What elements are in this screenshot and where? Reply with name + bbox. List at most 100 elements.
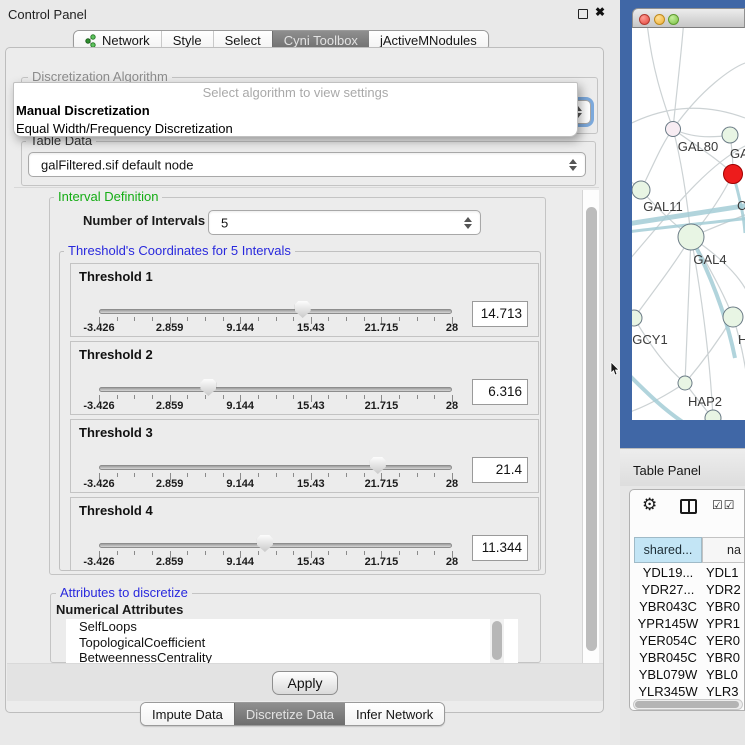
node-label: GAL11 <box>643 199 683 214</box>
table-row[interactable]: YBR043CYBR0 <box>634 598 745 615</box>
interval-definition-label: Interval Definition <box>54 190 162 203</box>
network-edge <box>673 63 745 129</box>
slider-scale-labels: -3.4262.8599.14415.4321.71528 <box>99 556 452 568</box>
tab-infer-network[interactable]: Infer Network <box>345 703 444 725</box>
node-gal4[interactable] <box>678 224 704 250</box>
scale-label: 21.715 <box>365 556 399 568</box>
table-row[interactable]: YBL079WYBL0 <box>634 666 745 683</box>
threshold-value-field[interactable]: 11.344 <box>472 535 528 561</box>
slider-track[interactable] <box>99 387 452 392</box>
node-gal80[interactable] <box>666 122 681 137</box>
network-edge <box>641 129 673 190</box>
scale-label: 9.144 <box>226 322 254 334</box>
network-desktop: GAL80GAGAL11CGAL4GCY1HHAP2 <box>620 0 745 448</box>
settings-scrollbar[interactable] <box>582 190 599 663</box>
slider-thumb[interactable] <box>200 379 216 396</box>
slider-scale-labels: -3.4262.8599.14415.4321.71528 <box>99 478 452 490</box>
network-edge <box>634 318 685 383</box>
table-row[interactable]: YPR145WYPR1 <box>634 615 745 632</box>
threshold-value-field[interactable]: 21.4 <box>472 457 528 483</box>
node-gal11[interactable] <box>632 181 650 199</box>
node-gcy1[interactable] <box>632 310 642 326</box>
gear-icon[interactable]: ⚙ <box>642 495 657 515</box>
node-red-selected[interactable] <box>724 165 743 184</box>
cell-name: YLR3 <box>702 683 739 700</box>
algorithm-option[interactable]: Manual Discretization <box>14 102 577 120</box>
table-data-combobox[interactable]: galFiltered.sif default node <box>28 152 586 177</box>
apply-row: Apply <box>7 663 603 701</box>
cell-name: YER0 <box>702 632 740 649</box>
network-edge <box>632 108 745 128</box>
tab-discretize-data[interactable]: Discretize Data <box>234 703 345 725</box>
node-hap2[interactable] <box>678 376 692 390</box>
cell-name: YDR2 <box>702 581 741 598</box>
cell-shared-name: YDR27... <box>634 581 702 598</box>
cell-shared-name: YDL19... <box>634 564 702 581</box>
close-icon[interactable]: ✖ <box>595 5 605 19</box>
slider-scale-labels: -3.4262.8599.14415.4321.71528 <box>99 322 452 334</box>
numerical-attributes-list[interactable]: SelfLoopsTopologicalCoefficientBetweenne… <box>66 619 518 663</box>
tab-impute-data[interactable]: Impute Data <box>141 703 234 725</box>
float-window-icon[interactable] <box>578 9 588 19</box>
table-row[interactable]: YDL19...YDL1 <box>634 564 745 581</box>
column-header-name[interactable]: na <box>702 537 745 563</box>
window-title: Control Panel <box>8 7 87 22</box>
cyni-toolbox-panel: Discretization Algorithm Table Data galF… <box>5 47 604 713</box>
split-column-icon[interactable] <box>680 499 697 514</box>
scale-label: 2.859 <box>156 400 184 412</box>
node[interactable] <box>722 127 738 143</box>
cell-shared-name: YBR043C <box>634 598 702 615</box>
threshold-panel: Threshold 3-3.4262.8599.14415.4321.71528… <box>70 419 539 493</box>
close-traffic-light-icon[interactable] <box>639 14 650 25</box>
table-row[interactable]: YBR045CYBR0 <box>634 649 745 666</box>
scale-label: 2.859 <box>156 322 184 334</box>
network-edge <box>685 237 691 383</box>
scale-label: -3.426 <box>83 478 114 490</box>
node[interactable] <box>723 307 743 327</box>
apply-button[interactable]: Apply <box>272 671 338 695</box>
slider-track[interactable] <box>99 465 452 470</box>
zoom-traffic-light-icon[interactable] <box>668 14 679 25</box>
table-panel-titlebar[interactable]: Table Panel <box>620 448 745 486</box>
network-canvas[interactable]: GAL80GAGAL11CGAL4GCY1HHAP2 <box>632 28 745 420</box>
attributes-list-scrollbar[interactable] <box>490 619 504 663</box>
scale-label: 28 <box>446 556 458 568</box>
right-pane: GAL80GAGAL11CGAL4GCY1HHAP2 Table Panel ⚙… <box>620 0 745 745</box>
threshold-panel: Threshold 1-3.4262.8599.14415.4321.71528… <box>70 263 539 337</box>
attribute-item[interactable]: SelfLoops <box>66 619 518 635</box>
table-row[interactable]: YER054CYER0 <box>634 632 745 649</box>
table-panel-title: Table Panel <box>633 463 701 478</box>
scale-label: 2.859 <box>156 478 184 490</box>
attribute-item[interactable]: BetweennessCentrality <box>66 650 518 663</box>
table-horizontal-scrollbar[interactable] <box>633 699 743 710</box>
column-header-shared-name[interactable]: shared... <box>634 537 702 563</box>
network-window: GAL80GAGAL11CGAL4GCY1HHAP2 <box>632 8 745 420</box>
threshold-panel: Threshold 4-3.4262.8599.14415.4321.71528… <box>70 497 539 571</box>
slider-track[interactable] <box>99 309 452 314</box>
threshold-panel: Threshold 2-3.4262.8599.14415.4321.71528… <box>70 341 539 415</box>
attribute-item[interactable]: TopologicalCoefficient <box>66 635 518 651</box>
threshold-value-field[interactable]: 6.316 <box>472 379 528 405</box>
network-window-titlebar[interactable] <box>632 8 745 28</box>
table-row[interactable]: YLR345WYLR3 <box>634 683 745 700</box>
tab-label: Impute Data <box>152 707 223 722</box>
threshold-label: Threshold 2 <box>79 347 153 362</box>
network-edge <box>647 28 673 129</box>
number-of-intervals-combobox[interactable]: 5 <box>208 210 481 235</box>
divider <box>14 187 599 188</box>
slider-thumb[interactable] <box>295 301 311 318</box>
slider-thumb[interactable] <box>370 457 386 474</box>
network-edge <box>634 237 691 318</box>
algorithm-option[interactable]: Equal Width/Frequency Discretization <box>14 120 577 138</box>
slider-track[interactable] <box>99 543 452 548</box>
checkbox-icons[interactable]: ☑☑ <box>712 498 736 512</box>
scale-label: 15.43 <box>297 478 325 490</box>
table-row[interactable]: YDR27...YDR2 <box>634 581 745 598</box>
threshold-value-field[interactable]: 14.713 <box>472 301 528 327</box>
threshold-label: Threshold 1 <box>79 269 153 284</box>
slider-thumb[interactable] <box>257 535 273 552</box>
cell-name: YBR0 <box>702 598 740 615</box>
scale-label: 28 <box>446 322 458 334</box>
minimize-traffic-light-icon[interactable] <box>654 14 665 25</box>
tab-label: Select <box>225 33 261 48</box>
